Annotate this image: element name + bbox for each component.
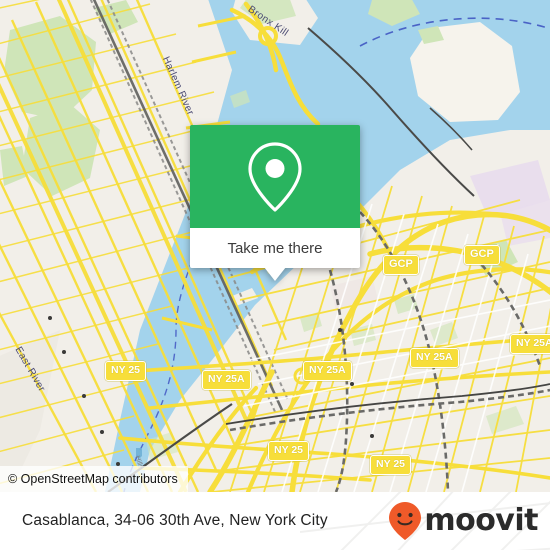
map-attribution[interactable]: © OpenStreetMap contributors: [0, 466, 188, 492]
moovit-smiley-pin-icon: [389, 502, 422, 540]
moovit-wordmark: moovit: [424, 503, 538, 538]
highway-shield-ny25a: NY 25A: [202, 370, 251, 390]
location-pin-icon: [248, 141, 302, 212]
poi-card-pointer: [264, 267, 286, 281]
take-me-there-label: Take me there: [227, 239, 323, 257]
highway-shield-ny25: NY 25: [105, 361, 146, 381]
map-canvas[interactable]: Bronx Kill Harlem River East River Hills…: [0, 0, 550, 492]
location-title: Casablanca, 34-06 30th Ave, New York Cit…: [22, 512, 328, 529]
highway-shield-ny25a: NY 25A: [510, 334, 550, 354]
highway-shield-ny25a: NY 25A: [410, 348, 459, 368]
poi-callout-card[interactable]: Take me there: [190, 125, 360, 281]
highway-shield-ny25: NY 25: [268, 441, 309, 461]
highway-shield-ny25a: NY 25A: [303, 361, 352, 381]
attribution-text: © OpenStreetMap contributors: [8, 472, 178, 486]
moovit-location-share-image: Bronx Kill Harlem River East River Hills…: [0, 0, 550, 550]
footer-bar: Casablanca, 34-06 30th Ave, New York Cit…: [0, 492, 550, 550]
highway-shield-ny25: NY 25: [370, 455, 411, 475]
poi-card-header: [190, 125, 360, 228]
take-me-there-button[interactable]: Take me there: [190, 228, 360, 268]
moovit-brand[interactable]: moovit: [388, 501, 538, 541]
highway-shield-gcp: GCP: [383, 255, 419, 275]
highway-shield-gcp: GCP: [464, 245, 500, 265]
